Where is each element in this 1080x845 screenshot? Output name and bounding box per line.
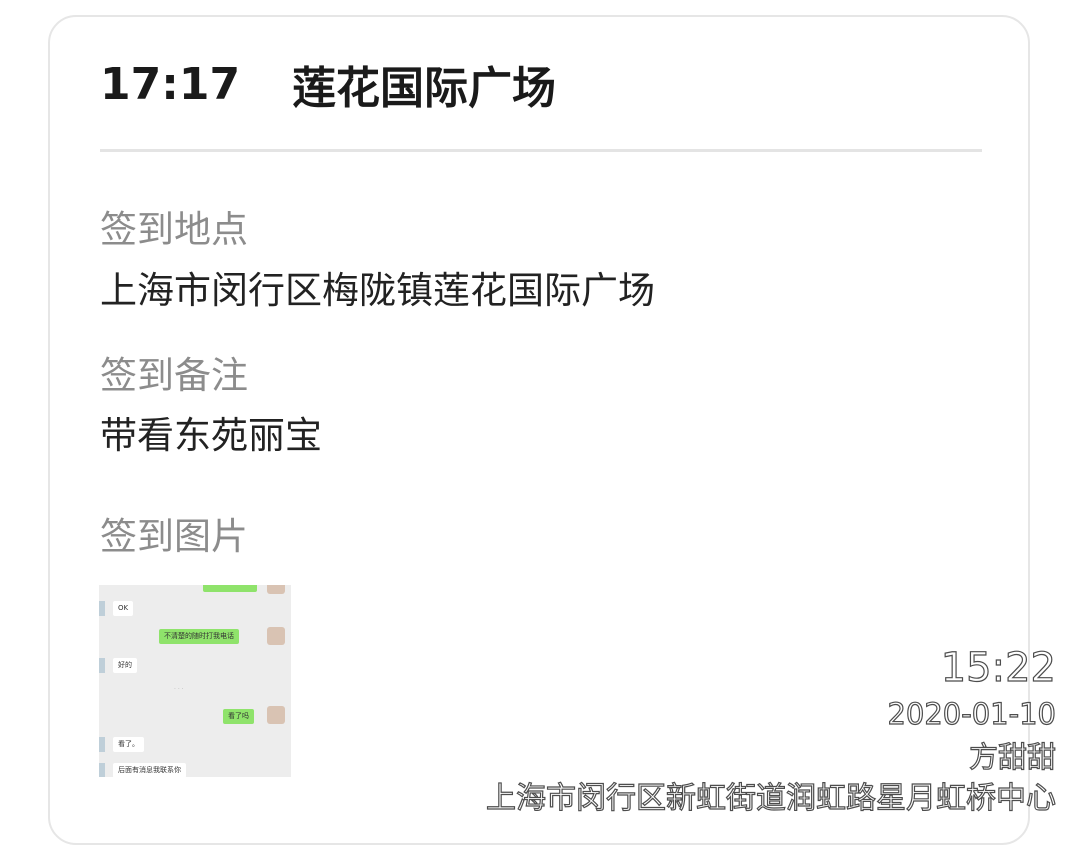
checkin-photo-thumbnail[interactable]: OK 不清楚的随时打我电话 好的 · · · 看了吗 看了。 后面有消息我联系你 bbox=[99, 585, 291, 777]
chat-bubble: 看了。 bbox=[113, 737, 144, 752]
checkin-place-title: 莲花国际广场 bbox=[292, 63, 557, 114]
photo-label: 签到图片 bbox=[100, 515, 248, 558]
checkin-header: 17:17 莲花国际广场 bbox=[100, 52, 556, 116]
chat-avatar-left bbox=[99, 737, 105, 752]
chat-bubble: 不清楚的随时打我电话 bbox=[159, 629, 239, 644]
chat-bubble: OK bbox=[113, 601, 134, 616]
location-label: 签到地点 bbox=[100, 208, 248, 251]
note-value: 带看东苑丽宝 bbox=[100, 414, 322, 457]
chat-bubble: 好的 bbox=[113, 658, 137, 673]
watermark-time: 15:22 bbox=[940, 644, 1056, 691]
watermark-name: 方甜甜 bbox=[968, 739, 1056, 774]
chat-bubble: 看了吗 bbox=[223, 709, 254, 724]
chat-avatar-left bbox=[99, 763, 105, 777]
checkin-time: 17:17 bbox=[100, 58, 241, 110]
chat-time-divider: · · · bbox=[174, 686, 184, 693]
chat-avatar bbox=[267, 627, 285, 645]
chat-avatar bbox=[267, 585, 285, 594]
chat-bubble-partial bbox=[203, 585, 257, 592]
header-divider bbox=[100, 149, 982, 152]
chat-avatar-left bbox=[99, 658, 105, 673]
watermark-date: 2020-01-10 bbox=[887, 696, 1057, 731]
note-label: 签到备注 bbox=[100, 354, 248, 397]
chat-avatar-left bbox=[99, 601, 105, 616]
watermark-address: 上海市闵行区新虹街道润虹路星月虹桥中心 bbox=[485, 780, 1056, 816]
chat-avatar bbox=[267, 706, 285, 724]
location-value: 上海市闵行区梅陇镇莲花国际广场 bbox=[100, 269, 655, 312]
chat-bubble: 后面有消息我联系你 bbox=[113, 763, 186, 777]
